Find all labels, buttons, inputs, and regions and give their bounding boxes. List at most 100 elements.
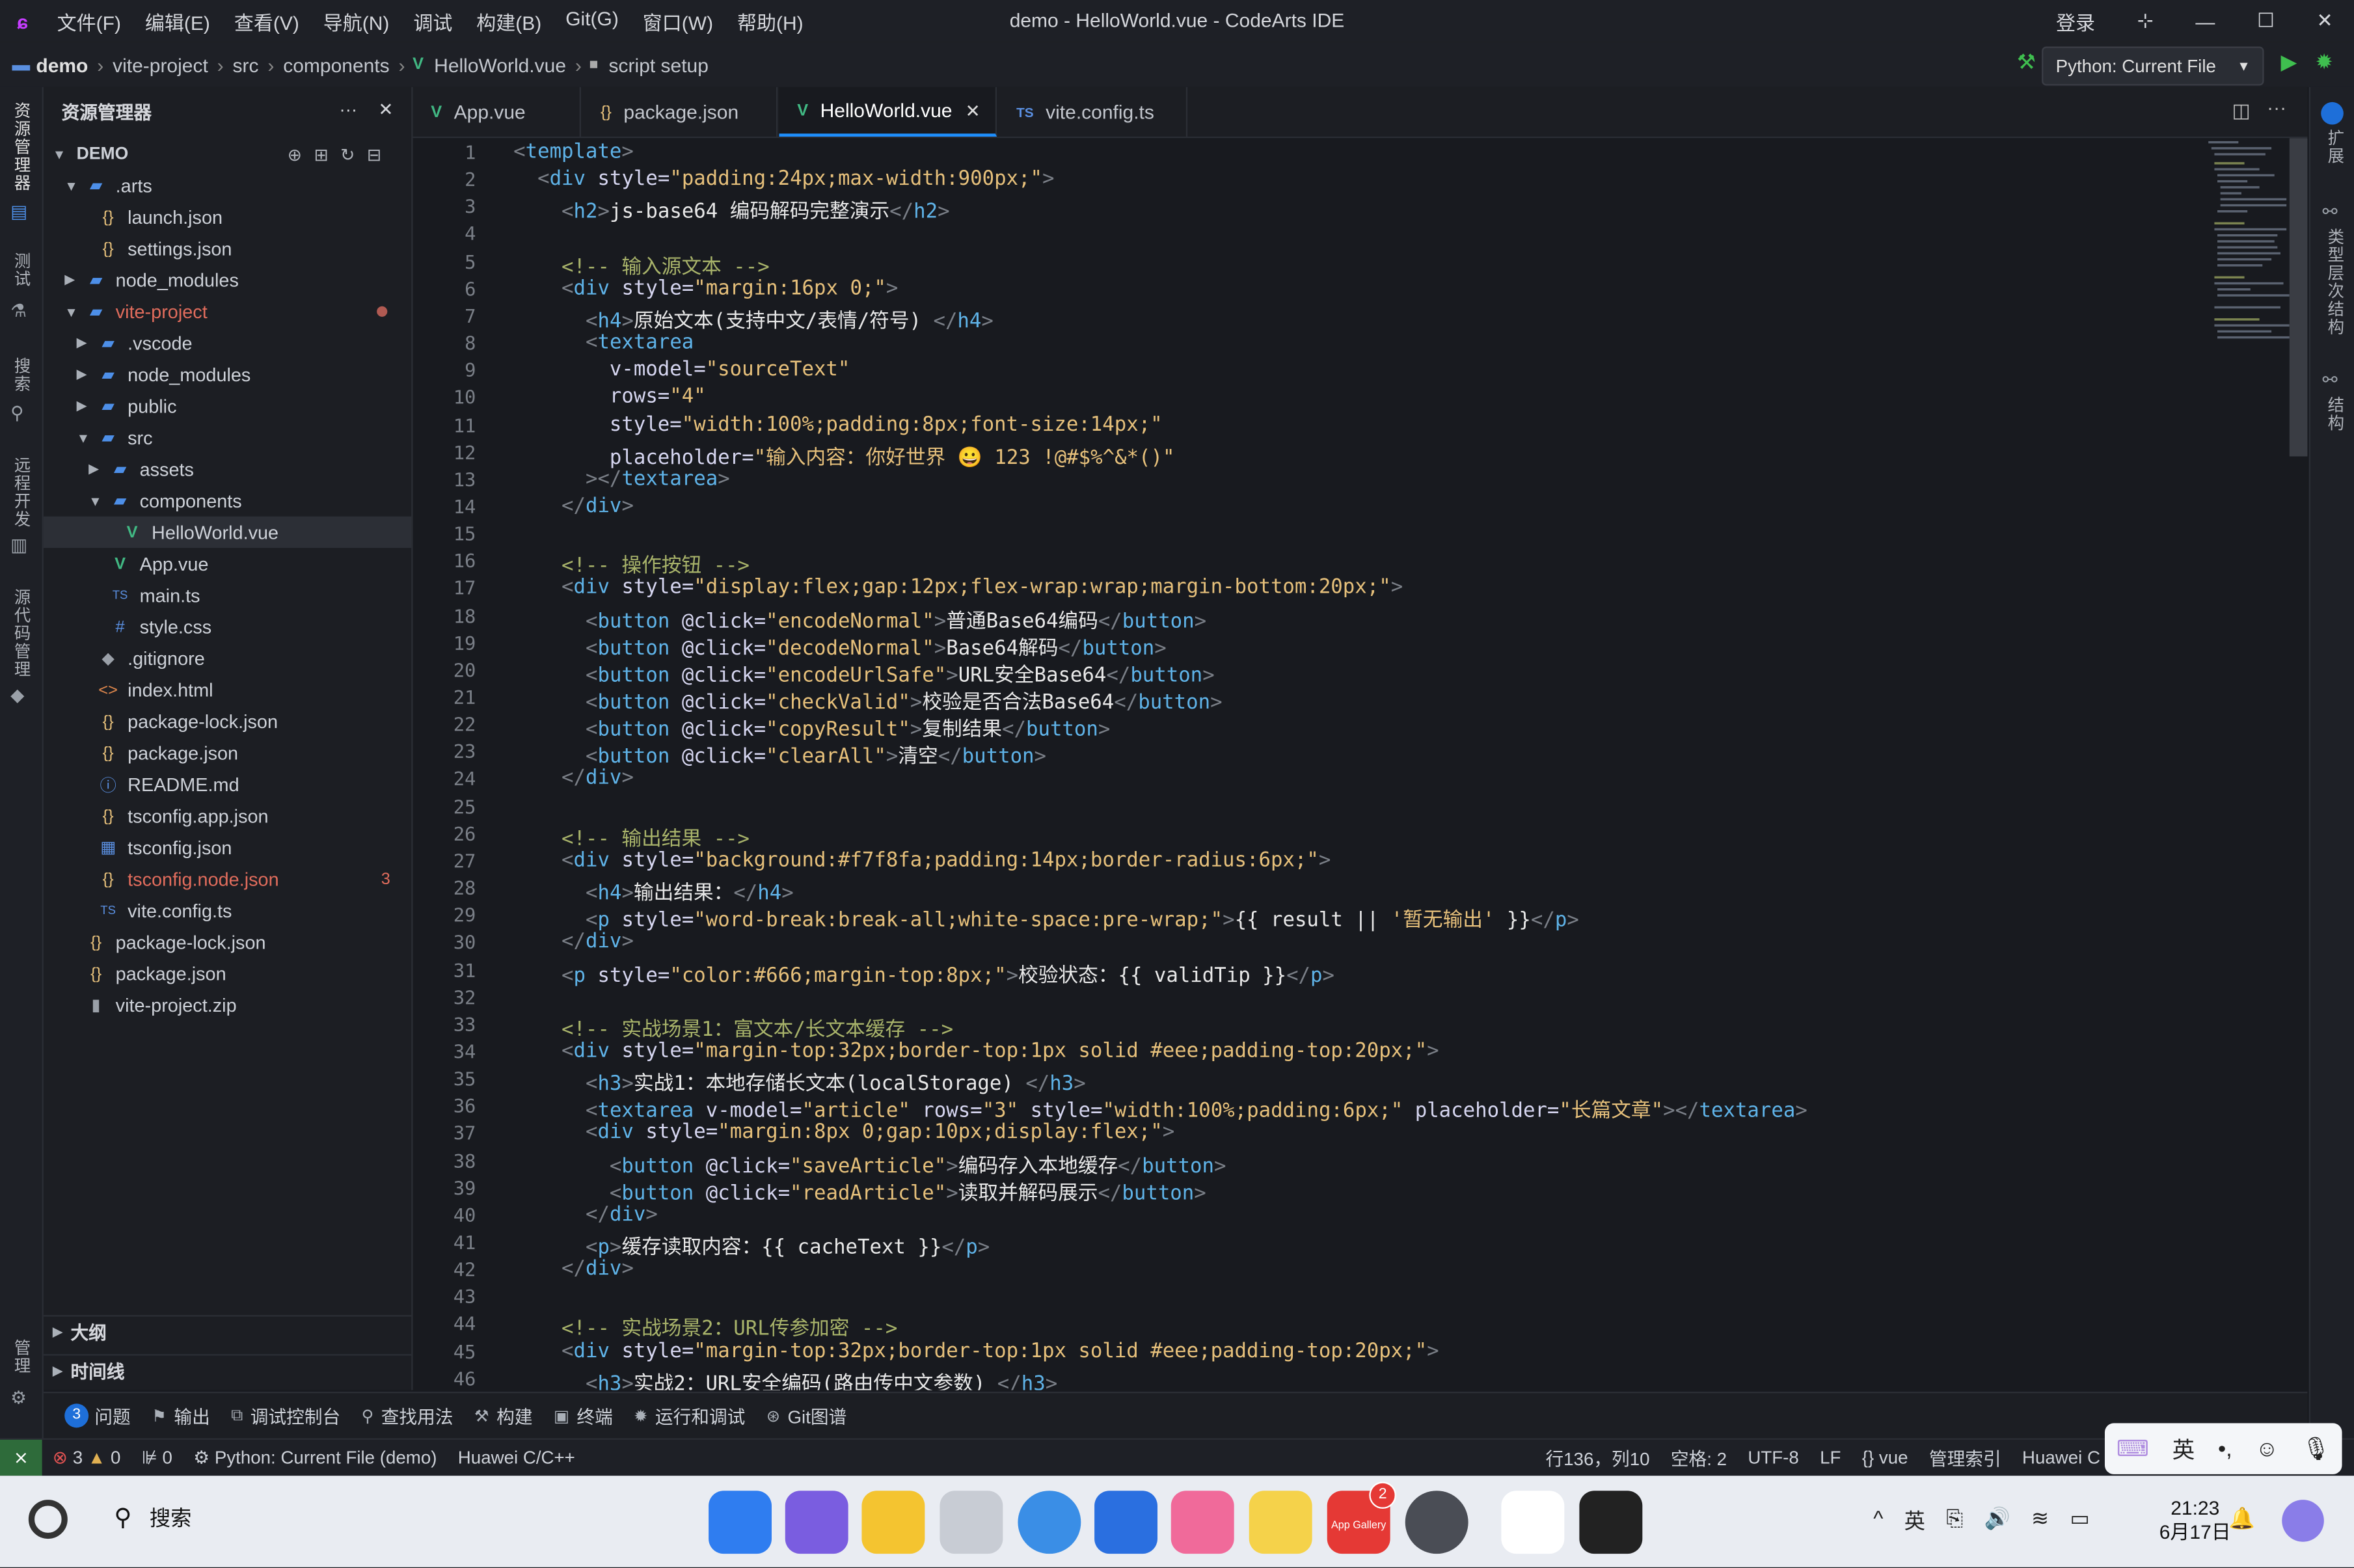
keyboard-icon[interactable]: ⌨ xyxy=(2117,1435,2149,1462)
status-ports[interactable]: ⊯ 0 xyxy=(131,1447,183,1468)
code-line[interactable]: <button @click="decodeNormal">Base64解码</… xyxy=(513,632,1167,660)
activity-test[interactable]: 测试 xyxy=(9,252,33,288)
status-mode[interactable]: {} vue xyxy=(1852,1447,1919,1468)
punctuation-icon[interactable]: •, xyxy=(2218,1436,2232,1461)
emoji-icon[interactable]: ☺ xyxy=(2256,1436,2279,1461)
app-launcher-icon[interactable] xyxy=(709,1491,772,1554)
crumb-src[interactable]: src xyxy=(226,53,264,76)
code-editor[interactable]: 1 2 3 4 5 6 7 8 9 10 11 12 13 14 15 16 17 18 19 20 21 22 23 24 2… xyxy=(413,138,2308,1390)
app-gallery-icon[interactable]: App Gallery 2 xyxy=(1327,1481,1396,1554)
terminal-app-icon[interactable] xyxy=(1579,1491,1643,1554)
clipboard-icon[interactable]: ⎘ xyxy=(1946,1506,1963,1535)
menu-item[interactable]: 构建(B) xyxy=(465,7,554,35)
code-line[interactable]: <textarea v-model="article" rows="3" sty… xyxy=(513,1095,1807,1124)
tree-folder[interactable]: ▶ ▰ node_modules xyxy=(44,264,411,295)
menu-item[interactable]: 调试 xyxy=(401,7,465,35)
tree-folder[interactable]: ▶ ▰ .vscode xyxy=(44,327,411,358)
tree-file[interactable]: # style.css xyxy=(44,611,411,642)
status-lang-cut[interactable]: Huawei C xyxy=(2012,1447,2111,1468)
split-editor-icon[interactable]: ◫ xyxy=(2232,99,2250,123)
code-line[interactable]: rows="4" xyxy=(513,386,706,409)
crumb-vite-project[interactable]: vite-project xyxy=(107,53,214,76)
editor-scrollbar[interactable] xyxy=(2289,138,2308,457)
tree-file[interactable]: {} package-lock.json xyxy=(44,705,411,737)
battery-icon[interactable]: ▭ xyxy=(2070,1506,2090,1535)
activity-manage[interactable]: 管理 xyxy=(9,1339,33,1375)
tree-file[interactable]: V HelloWorld.vue xyxy=(43,516,412,548)
status-index[interactable]: 管理索引 xyxy=(1919,1445,2012,1470)
tree-folder[interactable]: ▶ ▰ assets xyxy=(44,453,411,485)
tree-file[interactable]: TS main.ts xyxy=(44,580,411,611)
status-lang-server[interactable]: Huawei C/C++ xyxy=(448,1447,586,1468)
timeline-section[interactable]: ▶ 时间线 xyxy=(43,1354,412,1387)
status-run[interactable]: ⚙ Python: Current File (demo) xyxy=(183,1447,447,1468)
minimize-icon[interactable]: — xyxy=(2174,10,2236,33)
code-line[interactable]: <div style="display:flex;gap:12px;flex-w… xyxy=(513,577,1403,600)
code-line[interactable]: ></textarea> xyxy=(513,468,730,491)
assistant-icon[interactable] xyxy=(2282,1500,2324,1542)
remote-icon[interactable]: ⨯ xyxy=(0,1439,42,1476)
tree-folder[interactable]: ▶ ▰ node_modules xyxy=(44,358,411,390)
activity-scm[interactable]: 源代码管理 xyxy=(9,589,33,679)
tree-folder[interactable]: ▼ ▰ vite-project xyxy=(44,296,411,327)
settings-icon[interactable] xyxy=(1405,1491,1468,1554)
panel-tab-git-graph[interactable]: ⊛ Git图谱 xyxy=(766,1403,847,1428)
code-line[interactable]: </div> xyxy=(513,1258,634,1281)
status-indent[interactable]: 空格: 2 xyxy=(1660,1445,1737,1470)
flask-icon[interactable]: ⚗ xyxy=(10,300,27,321)
status-encoding[interactable]: UTF-8 xyxy=(1737,1447,1809,1468)
menu-item[interactable]: 文件(F) xyxy=(45,7,133,35)
activity-explorer[interactable]: 资源管理器 xyxy=(9,102,33,192)
code-line[interactable]: <p>缓存读取内容：{{ cacheText }}</p> xyxy=(513,1231,990,1260)
chevron-up-icon[interactable]: ^ xyxy=(1873,1506,1883,1535)
tree-folder[interactable]: ▼ ▰ src xyxy=(44,422,411,453)
activity-structure[interactable]: 结构 xyxy=(2323,396,2347,432)
tree-folder[interactable]: ▼ ▰ .arts xyxy=(44,170,411,201)
microphone-icon[interactable]: 🎙 xyxy=(2302,1435,2331,1462)
debug-icon[interactable]: ✹ xyxy=(2316,49,2333,75)
maximize-icon[interactable]: ☐ xyxy=(2236,9,2296,33)
code-line[interactable]: <button @click="readArticle">读取并解码展示</bu… xyxy=(513,1176,1206,1206)
tree-folder[interactable]: ▶ ▰ public xyxy=(44,390,411,422)
tray-lang-toggle[interactable]: 英 xyxy=(1904,1506,1925,1535)
code-line[interactable]: <button @click="copyResult">复制结果</button… xyxy=(513,713,1110,742)
status-eol[interactable]: LF xyxy=(1809,1447,1852,1468)
file-manager-icon[interactable] xyxy=(861,1491,925,1554)
code-line[interactable]: <!-- 输出结果 --> xyxy=(513,822,750,851)
run-config-select[interactable]: Python: Current File ▼ xyxy=(2042,46,2264,86)
tree-file[interactable]: {} tsconfig.app.json xyxy=(44,800,411,831)
tree-file[interactable]: {} package.json xyxy=(44,737,411,768)
files-icon[interactable]: ▤ xyxy=(10,201,27,222)
volume-icon[interactable]: 🔊 xyxy=(1984,1506,2010,1535)
code-line[interactable]: <!-- 实战场景1：富文本/长文本缓存 --> xyxy=(513,1013,953,1042)
code-line[interactable]: <button @click="saveArticle">编码存入本地缓存</b… xyxy=(513,1149,1226,1178)
photos-icon[interactable] xyxy=(1170,1491,1234,1554)
code-line[interactable]: <template> xyxy=(513,141,634,164)
code-line[interactable]: </div> xyxy=(513,1204,658,1226)
code-line[interactable]: <div style="margin:8px 0;gap:10px;displa… xyxy=(513,1122,1174,1145)
minimap[interactable] xyxy=(2206,138,2290,348)
remote-icon[interactable]: ▥ xyxy=(10,534,27,555)
crumb-file[interactable]: HelloWorld.vue xyxy=(428,53,572,76)
menu-item[interactable]: 帮助(H) xyxy=(725,7,816,35)
panel-tab-problems[interactable]: 3 问题 xyxy=(64,1403,131,1428)
tree-file[interactable]: TS vite.config.ts xyxy=(44,895,411,926)
tab-app-vue[interactable]: V App.vue xyxy=(413,87,581,137)
tree-file[interactable]: {} settings.json xyxy=(44,233,411,264)
browser-icon[interactable] xyxy=(1018,1491,1081,1554)
notification-bell-icon[interactable]: 🔔 xyxy=(2228,1506,2254,1531)
start-icon[interactable] xyxy=(28,1500,68,1539)
codearts-icon[interactable] xyxy=(1501,1491,1565,1554)
code-line[interactable]: <!-- 输入源文本 --> xyxy=(513,250,770,279)
panel-tab-build[interactable]: ⚒ 构建 xyxy=(474,1403,533,1428)
code-line[interactable]: v-model="sourceText" xyxy=(513,359,850,382)
crumb-demo[interactable]: demo xyxy=(30,53,94,76)
tree-file[interactable]: ▦ tsconfig.json xyxy=(44,831,411,863)
code-line[interactable]: <h4>输出结果：</h4> xyxy=(513,877,794,906)
taskbar-search[interactable]: ⚲ 搜索 xyxy=(114,1503,191,1533)
run-icon[interactable]: ▶ xyxy=(2280,49,2297,75)
code-line[interactable]: <div style="background:#f7f8fa;padding:1… xyxy=(513,850,1331,872)
code-line[interactable]: <textarea xyxy=(513,332,694,355)
login-button[interactable]: 登录 xyxy=(2035,7,2117,35)
code-line[interactable]: <div style="margin:16px 0;"> xyxy=(513,277,898,300)
